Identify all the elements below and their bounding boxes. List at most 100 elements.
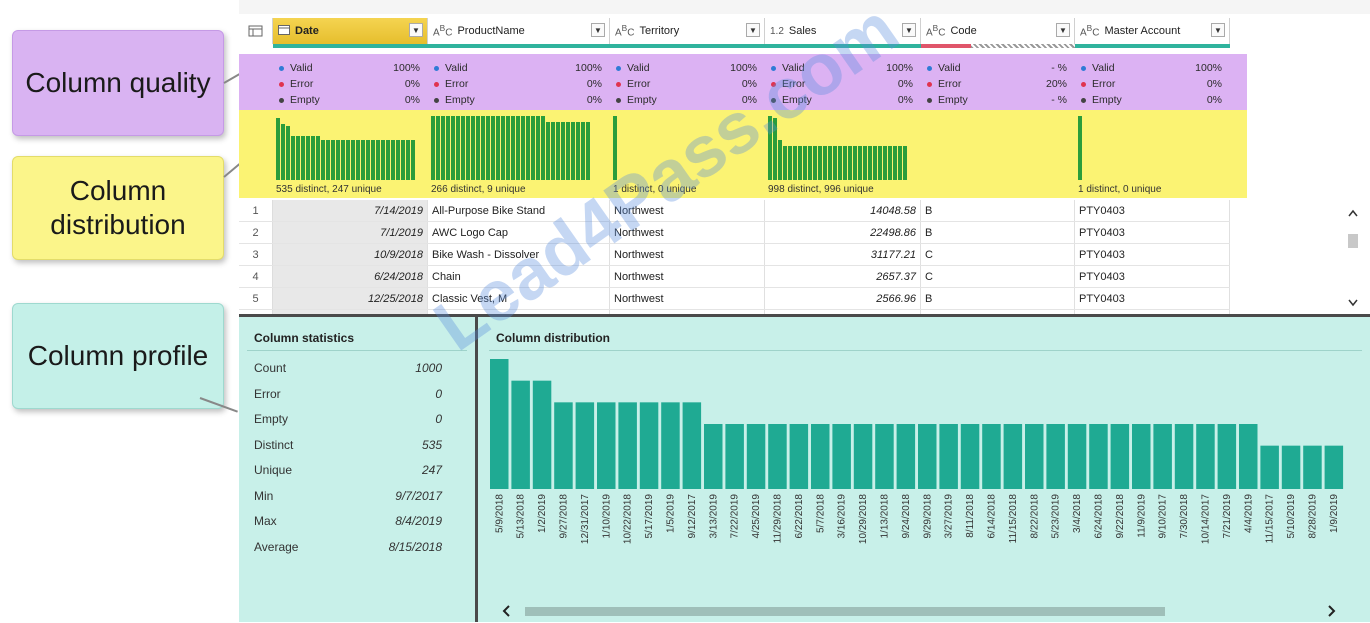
cell-product[interactable]: AWC Logo Cap [428,222,610,243]
column-header-code[interactable]: ABC Code ▼ [921,18,1075,44]
distribution-bar[interactable] [1260,445,1279,489]
cell-product[interactable]: Bike Wash - Dissolver [428,244,610,265]
distribution-bar[interactable] [1132,424,1151,489]
distribution-bar[interactable] [597,402,616,489]
distribution-bar[interactable] [1046,424,1065,489]
distribution-bar[interactable] [1196,424,1215,489]
cell-date[interactable]: 7/1/2019 [273,222,428,243]
cell-sales[interactable]: 2566.96 [765,288,921,309]
cell-code[interactable]: B [921,288,1075,309]
cell-sales[interactable]: 31177.21 [765,244,921,265]
cell-account[interactable]: PTY0403 [1075,244,1230,265]
distribution-bar[interactable] [661,402,680,489]
distribution-bar[interactable] [511,380,530,489]
distribution-bar[interactable] [853,424,873,489]
chevron-down-icon[interactable]: ▼ [746,23,760,37]
table-row[interactable]: 2 7/1/2019 AWC Logo Cap Northwest 22498.86 B P… [239,222,1230,244]
chevron-down-icon[interactable]: ▼ [591,23,605,37]
distribution-bar[interactable] [725,424,744,489]
quality-empty-percent: 0% [404,94,420,106]
distribution-bar[interactable] [490,359,509,489]
distribution-bar[interactable] [1067,424,1087,489]
cell-product[interactable]: Classic Vest, M [428,288,610,309]
table-row[interactable]: 1 7/14/2019 All-Purpose Bike Stand Northwes… [239,200,1230,222]
distribution-bar[interactable] [1003,424,1023,489]
distribution-bar[interactable] [1153,424,1172,489]
distribution-bar[interactable] [960,424,980,489]
distribution-bar[interactable] [1217,424,1237,489]
mini-histogram-bar [306,136,310,180]
cell-sales[interactable]: 2657.37 [765,266,921,287]
mini-histogram-bar [613,116,617,180]
distribution-bar[interactable] [682,402,702,489]
cell-date[interactable]: 10/9/2018 [273,244,428,265]
distribution-bar[interactable] [789,424,809,489]
distribution-bar[interactable] [896,424,916,489]
column-header-productname[interactable]: ABC ProductName ▼ [428,18,610,44]
cell-sales[interactable]: 14048.58 [765,200,921,221]
cell-account[interactable]: PTY0403 [1075,288,1230,309]
column-header-territory[interactable]: ABC Territory ▼ [610,18,765,44]
chevron-down-icon[interactable]: ▼ [902,23,916,37]
distribution-bar[interactable] [639,402,659,489]
distribution-bar[interactable] [1303,445,1322,489]
chevron-down-icon[interactable]: ▼ [1211,23,1225,37]
distribution-bar[interactable] [1174,424,1194,489]
x-tick-label: 3/4/2018 [1072,494,1083,533]
column-header-master-account[interactable]: ABC Master Account ▼ [1075,18,1230,44]
cell-territory[interactable]: Northwest [610,244,765,265]
table-menu-icon[interactable] [239,18,273,44]
distribution-bar[interactable] [832,424,851,489]
distribution-bar[interactable] [554,402,573,489]
cell-account[interactable]: PTY0403 [1075,200,1230,221]
distribution-bar[interactable] [1281,445,1301,489]
cell-sales[interactable]: 22498.86 [765,222,921,243]
table-row[interactable]: 3 10/9/2018 Bike Wash - Dissolver Northwest… [239,244,1230,266]
chevron-down-icon[interactable]: ▼ [1056,23,1070,37]
cell-date[interactable]: 6/24/2018 [273,266,428,287]
mini-histogram-bar [571,122,575,180]
column-header-sales[interactable]: 1.2 Sales ▼ [765,18,921,44]
cell-date[interactable]: 7/14/2019 [273,200,428,221]
cell-territory[interactable]: Northwest [610,266,765,287]
distribution-bar[interactable] [1324,445,1344,489]
distribution-bar[interactable] [1089,424,1108,489]
cell-date[interactable]: 12/25/2018 [273,288,428,309]
cell-territory[interactable]: Northwest [610,222,765,243]
mini-histogram-bar [446,116,450,180]
cell-account[interactable]: PTY0403 [1075,222,1230,243]
distribution-bar[interactable] [746,424,766,489]
cell-code[interactable]: B [921,222,1075,243]
cell-product[interactable]: Chain [428,266,610,287]
cell-territory[interactable]: Northwest [610,200,765,221]
table-row[interactable]: 4 6/24/2018 Chain Northwest 2657.37 C PTY0403 [239,266,1230,288]
table-row[interactable]: 5 12/25/2018 Classic Vest, M Northwest 2566.… [239,288,1230,310]
distribution-bar[interactable] [575,402,595,489]
distribution-bar[interactable] [1025,424,1044,489]
x-tick-label: 11/15/2018 [1008,494,1019,544]
distribution-bar[interactable] [704,424,723,489]
cell-product[interactable]: All-Purpose Bike Stand [428,200,610,221]
x-tick-label: 4/4/2019 [1243,494,1254,533]
distribution-bar[interactable] [918,424,937,489]
distribution-bar[interactable] [768,424,787,489]
cell-territory[interactable]: Northwest [610,288,765,309]
distribution-bar[interactable] [1239,424,1258,489]
distribution-bar[interactable] [1110,424,1130,489]
quality-label: Error [445,78,469,90]
cell-code[interactable]: C [921,244,1075,265]
distribution-bar[interactable] [939,424,958,489]
distribution-bar[interactable] [875,424,894,489]
decimal-type-icon: 1.2 [770,25,784,37]
distribution-bar[interactable] [982,424,1001,489]
chevron-down-icon[interactable]: ▼ [409,23,423,37]
cell-account[interactable]: PTY0403 [1075,266,1230,287]
distribution-bar[interactable] [532,380,552,489]
horizontal-scrollbar[interactable] [499,604,1359,618]
column-header-date[interactable]: Date ▼ [273,18,428,44]
distribution-bar[interactable] [811,424,830,489]
cell-code[interactable]: B [921,200,1075,221]
distribution-bar[interactable] [618,402,637,489]
vertical-scrollbar[interactable] [1346,204,1360,314]
cell-code[interactable]: C [921,266,1075,287]
